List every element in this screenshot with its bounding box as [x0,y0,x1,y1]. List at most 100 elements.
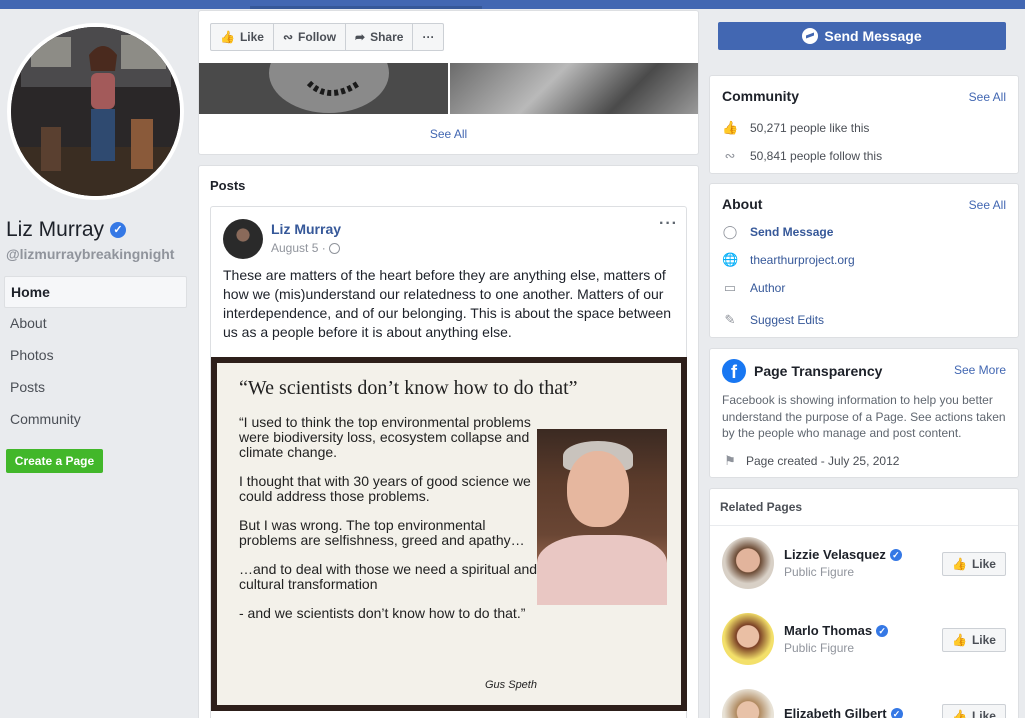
verified-badge-icon: ✓ [890,707,903,718]
website-row[interactable]: 🌐 thearthurproject.org [722,252,855,268]
about-card: About See All ◯ Send Message 🌐 thearthur… [709,183,1019,338]
category-tag-icon: ▭ [723,280,737,295]
divider [710,525,1018,526]
nav-item-about[interactable]: About [4,308,187,340]
speaker-shirt [537,535,667,605]
related-page-info: Elizabeth Gilbert ✓ [784,706,903,718]
related-page-category: Public Figure [784,565,855,579]
speaker-face [567,451,629,527]
slide-body: “I used to think the top environmental p… [239,415,539,635]
category-row[interactable]: ▭ Author [722,280,786,296]
post-meta: August 5 · [271,241,340,255]
follows-count: 50,841 people follow this [750,149,883,163]
page-action-bar: 👍 Like ∾ Follow ➦ Share ··· [198,10,699,64]
share-label: Share [370,30,404,44]
flag-icon: ⚑ [724,453,736,468]
page-handle[interactable]: @lizmurraybreakingnight [6,246,174,262]
nav-item-community[interactable]: Community [4,404,187,436]
related-page-name-text: Marlo Thomas [784,623,873,638]
posts-section: Posts Liz Murray August 5 · ··· These ar… [198,165,699,718]
profile-photo [11,27,180,196]
globe-icon [328,242,340,254]
like-page-button[interactable]: 👍 Like [211,24,274,50]
transparency-see-more-link[interactable]: See More [954,363,1006,377]
create-page-button[interactable]: Create a Page [6,449,103,473]
page-name: Liz Murray ✓ [6,218,127,242]
thumbs-up-icon: 👍 [952,557,967,571]
community-heading: Community [722,88,799,104]
about-send-message-link[interactable]: Send Message [750,225,833,239]
slide-paragraph: - and we scientists don’t know how to do… [239,605,526,621]
photo-thumbnail[interactable] [450,63,698,114]
speaker-photo [537,429,667,605]
related-page-avatar[interactable] [722,537,774,589]
thumbs-up-icon: 👍 [220,30,235,44]
post-image[interactable]: “We scientists don’t know how to do that… [211,357,687,711]
page-transparency-card: f Page Transparency See More Facebook is… [709,348,1019,478]
nav-item-posts[interactable]: Posts [4,372,187,404]
slide-title: “We scientists don’t know how to do that… [239,377,578,399]
related-page-name-text: Elizabeth Gilbert [784,706,887,718]
slide-paragraph: “I used to think the top environmental p… [239,414,531,460]
page-name-text: Liz Murray [6,218,105,241]
related-page-like-label: Like [971,709,996,718]
nav-item-home[interactable]: Home [4,276,187,308]
follows-row: ∾ 50,841 people follow this [722,148,883,164]
related-page-category: Public Figure [784,641,855,655]
related-page-avatar[interactable] [722,689,774,718]
related-page-like-button[interactable]: 👍 Like [942,552,1006,576]
related-page-item[interactable]: Elizabeth Gilbert ✓ [722,689,903,718]
slide-image: “We scientists don’t know how to do that… [217,363,681,705]
send-message-button[interactable]: Send Message [718,22,1006,50]
related-page-item[interactable]: Marlo Thomas ✓ Public Figure [722,613,889,665]
about-send-message-row[interactable]: ◯ Send Message [722,224,834,240]
follow-button[interactable]: ∾ Follow [274,24,347,50]
post-options-button[interactable]: ··· [659,215,678,233]
related-pages-heading: Related Pages [720,500,803,514]
about-see-all-link[interactable]: See All [969,198,1006,212]
related-page-name-text: Lizzie Velasquez [784,547,886,562]
top-bar [0,0,1025,9]
action-button-group: 👍 Like ∾ Follow ➦ Share ··· [210,23,445,51]
photos-preview: See All [198,63,699,155]
post-author-avatar[interactable] [223,219,263,259]
category-link[interactable]: Author [750,281,785,295]
related-page-name[interactable]: Lizzie Velasquez ✓ [784,547,902,562]
transparency-description: Facebook is showing information to help … [722,393,1006,440]
related-page-info: Marlo Thomas ✓ Public Figure [784,623,889,655]
photos-see-all-link[interactable]: See All [199,127,698,141]
related-page-avatar[interactable] [722,613,774,665]
community-card: Community See All 👍 50,271 people like t… [709,75,1019,174]
related-page-name[interactable]: Marlo Thomas ✓ [784,623,889,638]
profile-picture[interactable] [7,23,184,200]
post-author-name[interactable]: Liz Murray [271,221,341,237]
slide-paragraph: I thought that with 30 years of good sci… [239,473,531,504]
suggest-edits-row[interactable]: ✎ Suggest Edits [722,312,825,328]
related-page-like-label: Like [971,557,996,571]
website-link[interactable]: thearthurproject.org [750,253,855,267]
community-see-all-link[interactable]: See All [969,90,1006,104]
slide-paragraph: …and to deal with those we need a spirit… [239,561,538,592]
post-date[interactable]: August 5 · [271,241,326,255]
transparency-heading: Page Transparency [754,363,883,379]
suggest-edits-link[interactable]: Suggest Edits [750,313,824,327]
posts-heading: Posts [210,178,246,193]
verified-badge-icon: ✓ [889,548,902,561]
related-page-item[interactable]: Lizzie Velasquez ✓ Public Figure [722,537,902,589]
messenger-icon [802,28,819,44]
thumbs-up-icon: 👍 [722,120,739,135]
post-card: Liz Murray August 5 · ··· These are matt… [210,206,687,718]
top-bar-highlight [250,6,482,9]
slide-paragraph: But I was wrong. The top environmental p… [239,517,525,548]
like-label: Like [239,30,264,44]
photo-thumbnail-art [199,63,448,114]
related-page-like-button[interactable]: 👍 Like [942,628,1006,652]
more-options-button[interactable]: ··· [413,24,443,50]
related-page-name[interactable]: Elizabeth Gilbert ✓ [784,706,903,718]
about-heading: About [722,196,763,212]
related-page-like-button[interactable]: 👍 Like [942,704,1006,718]
photo-thumbnail[interactable] [199,63,448,114]
nav-item-photos[interactable]: Photos [4,340,187,372]
share-button[interactable]: ➦ Share [346,24,414,50]
pencil-icon: ✎ [724,312,736,327]
